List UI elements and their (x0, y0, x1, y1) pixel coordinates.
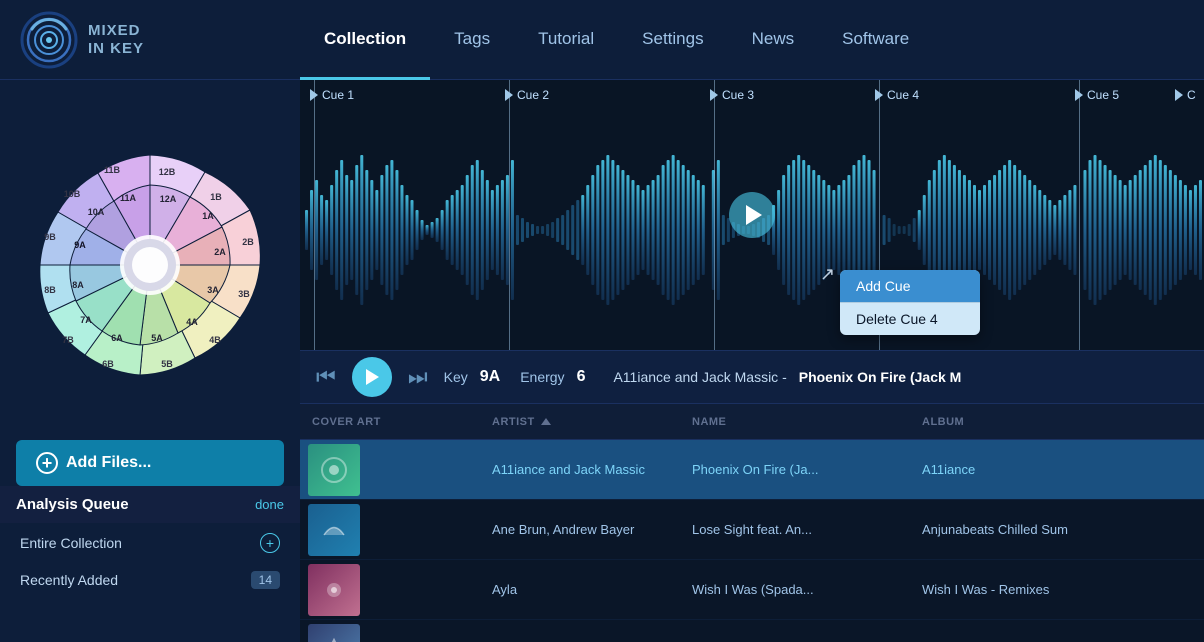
name-cell: Phoenix On Fire (Ja... (680, 462, 910, 477)
name-cell: Lose Sight feat. An... (680, 522, 910, 537)
svg-text:4A: 4A (186, 317, 198, 327)
svg-text:6B: 6B (102, 359, 114, 369)
svg-text:6A: 6A (111, 333, 123, 343)
svg-text:2B: 2B (242, 237, 254, 247)
track-table: COVER ART ARTIST NAME ALBUM A11iance and (300, 404, 1204, 642)
cue-marker-2[interactable]: Cue 2 (505, 88, 549, 102)
album-cell: Anjunabeats Chilled Sum (910, 522, 1204, 537)
sidebar: 12B 1B 2B 3B 4B 5B 6B (0, 80, 300, 642)
key-label: Key (444, 369, 468, 385)
table-body: A11iance and Jack Massic Phoenix On Fire… (300, 440, 1204, 642)
svg-text:8B: 8B (44, 285, 56, 295)
artist-sort-icon[interactable] (541, 418, 551, 425)
svg-text:5A: 5A (151, 333, 163, 343)
add-files-button[interactable]: + Add Files... (16, 440, 284, 486)
context-menu-add-cue[interactable]: Add Cue (840, 270, 980, 303)
analysis-queue-label: Analysis Queue (16, 496, 129, 513)
play-button[interactable] (352, 357, 392, 397)
entire-collection-row[interactable]: Entire Collection + (0, 523, 300, 563)
main-content: 12B 1B 2B 3B 4B 5B 6B (0, 80, 1204, 642)
tab-collection[interactable]: Collection (300, 1, 430, 80)
svg-text:9A: 9A (74, 240, 86, 250)
key-value: 9A (480, 368, 500, 386)
right-panel: Cue 1 Cue 2 Cue 3 Cue 4 Cue 5 (300, 80, 1204, 642)
recently-added-row[interactable]: Recently Added 14 (0, 563, 300, 597)
recently-added-badge: 14 (251, 571, 280, 589)
analysis-status: done (255, 497, 284, 512)
logo-area: MIXED IN KEY (20, 11, 300, 69)
svg-text:12B: 12B (159, 167, 176, 177)
svg-text:10B: 10B (64, 189, 81, 199)
svg-text:1A: 1A (202, 211, 214, 221)
cue-marker-5[interactable]: Cue 5 (1075, 88, 1119, 102)
th-artist[interactable]: ARTIST (480, 416, 680, 428)
camelot-wheel[interactable]: 12B 1B 2B 3B 4B 5B 6B (30, 145, 270, 385)
cue-marker-3[interactable]: Cue 3 (710, 88, 754, 102)
svg-text:2A: 2A (214, 247, 226, 257)
cover-art-cell (300, 620, 480, 642)
energy-value: 6 (577, 368, 586, 386)
table-row[interactable]: D... Dick Medicine (Ori... Dick Medicine (300, 620, 1204, 642)
artist-cell: Ane Brun, Andrew Bayer (480, 522, 680, 537)
table-header: COVER ART ARTIST NAME ALBUM (300, 404, 1204, 440)
header: MIXED IN KEY Collection Tags Tutorial Se… (0, 0, 1204, 80)
svg-text:3B: 3B (238, 289, 250, 299)
entire-collection-label: Entire Collection (20, 535, 122, 551)
camelot-wheel-container: 12B 1B 2B 3B 4B 5B 6B (0, 80, 300, 440)
track-info: Key 9A Energy 6 A11iance and Jack Massic… (444, 368, 962, 386)
cover-art-cell (300, 440, 480, 500)
add-collection-button[interactable]: + (260, 533, 280, 553)
cue-marker-4[interactable]: Cue 4 (875, 88, 919, 102)
svg-text:5B: 5B (161, 359, 173, 369)
svg-text:1B: 1B (210, 192, 222, 202)
tab-news[interactable]: News (728, 1, 819, 80)
add-files-plus-icon: + (36, 452, 58, 474)
context-menu: Add Cue Delete Cue 4 (840, 270, 980, 335)
svg-text:4B: 4B (209, 335, 221, 345)
album-cell: Wish I Was - Remixes (910, 582, 1204, 597)
transport-bar: ⏮ ⏭ Key 9A Energy 6 A11iance and Jack Ma… (300, 350, 1204, 404)
logo-text: MIXED IN KEY (88, 22, 144, 58)
svg-text:8A: 8A (72, 280, 84, 290)
tab-settings[interactable]: Settings (618, 1, 727, 80)
table-row[interactable]: Ayla Wish I Was (Spada... Wish I Was - R… (300, 560, 1204, 620)
table-row[interactable]: A11iance and Jack Massic Phoenix On Fire… (300, 440, 1204, 500)
svg-text:9B: 9B (44, 232, 56, 242)
tab-software[interactable]: Software (818, 1, 933, 80)
th-name: NAME (680, 416, 910, 428)
svg-text:7B: 7B (62, 335, 74, 345)
th-cover-art: COVER ART (300, 416, 480, 428)
artist-cell: A11iance and Jack Massic (480, 462, 680, 477)
playhead-button[interactable] (729, 192, 775, 238)
cue-marker-1[interactable]: Cue 1 (310, 88, 354, 102)
track-artist: A11iance and Jack Massic - (613, 369, 786, 385)
skip-back-button[interactable]: ⏮ (316, 364, 336, 390)
recently-added-label: Recently Added (20, 572, 118, 588)
svg-text:7A: 7A (80, 315, 92, 325)
name-cell: Wish I Was (Spada... (680, 582, 910, 597)
track-title: Phoenix On Fire (Jack M (799, 369, 962, 385)
album-cell: A11iance (910, 462, 1204, 477)
navigation: Collection Tags Tutorial Settings News S… (300, 0, 933, 79)
table-row[interactable]: Ane Brun, Andrew Bayer Lose Sight feat. … (300, 500, 1204, 560)
cover-art-cell (300, 560, 480, 620)
cue-marker-6[interactable]: C (1175, 88, 1196, 102)
th-album: ALBUM (910, 416, 1204, 428)
tab-tutorial[interactable]: Tutorial (514, 1, 618, 80)
cover-art-cell (300, 500, 480, 560)
svg-text:3A: 3A (207, 285, 219, 295)
waveform-area[interactable]: Cue 1 Cue 2 Cue 3 Cue 4 Cue 5 (300, 80, 1204, 350)
energy-label: Energy (520, 369, 564, 385)
svg-text:12A: 12A (160, 194, 177, 204)
svg-text:10A: 10A (88, 207, 105, 217)
skip-forward-button[interactable]: ⏭ (408, 364, 428, 390)
context-menu-delete-cue[interactable]: Delete Cue 4 (840, 303, 980, 335)
artist-cell: Ayla (480, 582, 680, 597)
svg-text:11A: 11A (120, 193, 137, 203)
logo-icon (20, 11, 78, 69)
svg-text:11B: 11B (104, 165, 121, 175)
tab-tags[interactable]: Tags (430, 1, 514, 80)
analysis-queue-row: Analysis Queue done (0, 486, 300, 523)
